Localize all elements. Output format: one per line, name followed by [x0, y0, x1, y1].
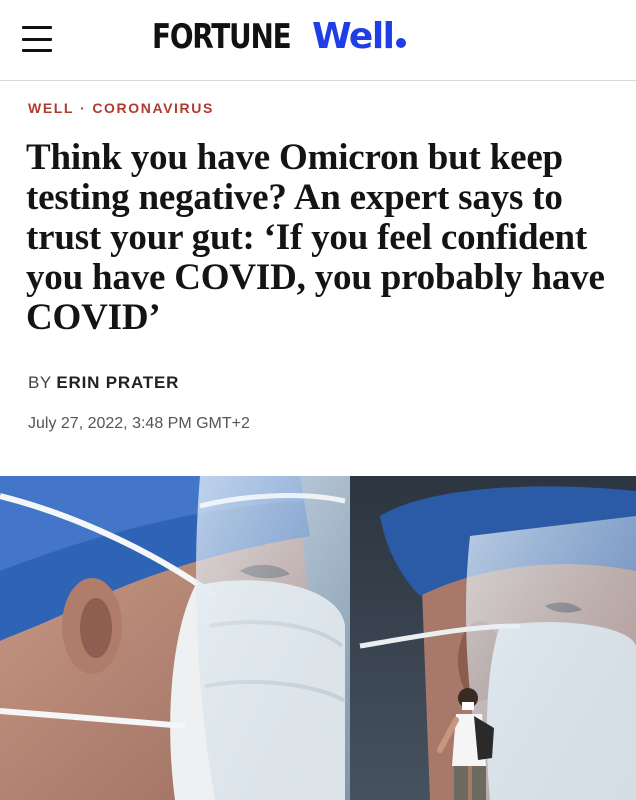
- byline: BY ERIN PRATER: [28, 373, 179, 393]
- breadcrumb-separator: ·: [80, 100, 87, 116]
- fortune-well-logo[interactable]: FORTUNE Well: [152, 16, 406, 64]
- logo-section: Well: [312, 16, 395, 57]
- breadcrumb: WELL · CORONAVIRUS: [28, 100, 214, 116]
- hero-image: [0, 476, 636, 800]
- mural-illustration: [0, 476, 636, 800]
- logo-brand: FORTUNE: [152, 17, 292, 57]
- site-header: FORTUNE Well: [0, 0, 636, 81]
- article-headline: Think you have Omicron but keep testing …: [26, 137, 605, 338]
- hamburger-menu-icon[interactable]: [22, 26, 52, 52]
- byline-prefix: BY: [28, 373, 52, 392]
- breadcrumb-section[interactable]: WELL: [28, 100, 74, 116]
- publish-date: July 27, 2022, 3:48 PM GMT+2: [28, 415, 250, 432]
- logo-dot-icon: [395, 38, 406, 48]
- author-link[interactable]: ERIN PRATER: [56, 373, 179, 392]
- breadcrumb-topic[interactable]: CORONAVIRUS: [92, 100, 214, 116]
